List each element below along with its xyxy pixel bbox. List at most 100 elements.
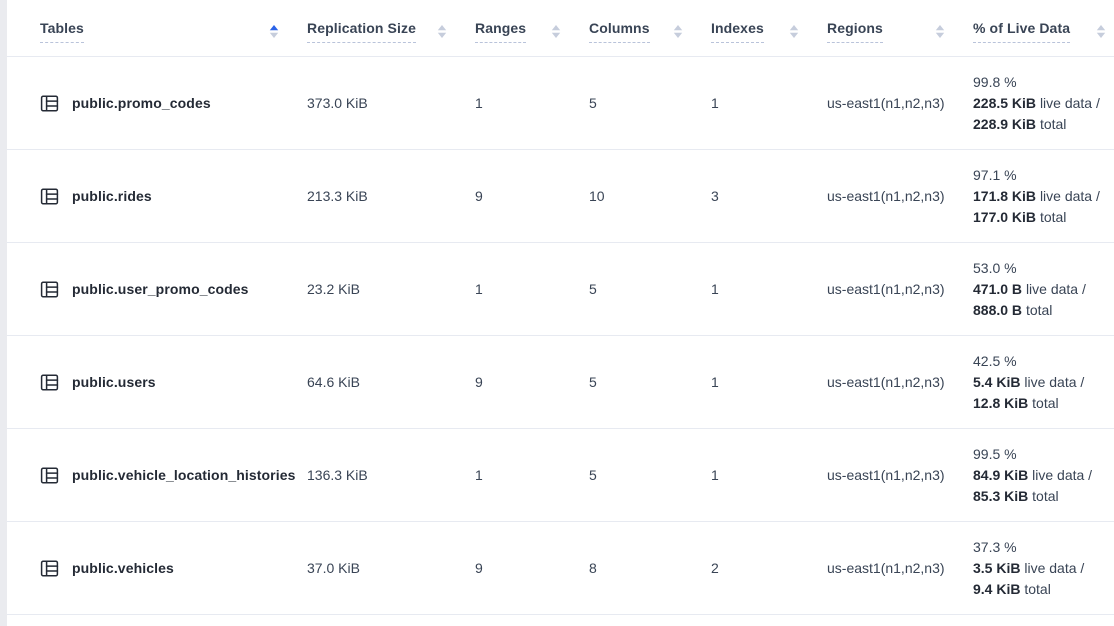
table-grid-icon — [40, 466, 59, 485]
replication-size-cell: 23.2 KiB — [307, 281, 475, 297]
table-name-cell[interactable]: public.user_promo_codes — [7, 280, 307, 299]
total-data-size: 12.8 KiB total — [973, 393, 1108, 414]
ranges-cell: 1 — [475, 95, 589, 111]
indexes-cell: 1 — [711, 281, 827, 297]
indexes-cell: 1 — [711, 467, 827, 483]
live-data-percent: 99.8 % — [973, 72, 1108, 93]
column-header-live-data[interactable]: % of Live Data — [973, 20, 1114, 43]
live-data-cell: 37.3 % 3.5 KiB live data / 9.4 KiB total — [973, 537, 1114, 600]
table-name-cell[interactable]: public.rides — [7, 187, 307, 206]
regions-cell: us-east1(n1,n2,n3) — [827, 467, 973, 483]
ranges-cell: 9 — [475, 188, 589, 204]
columns-cell: 10 — [589, 188, 711, 204]
ranges-cell: 1 — [475, 467, 589, 483]
live-data-size: 84.9 KiB live data / — [973, 465, 1108, 486]
live-data-cell: 42.5 % 5.4 KiB live data / 12.8 KiB tota… — [973, 351, 1114, 414]
table-row[interactable]: public.promo_codes 373.0 KiB 1 5 1 us-ea… — [7, 57, 1114, 150]
table-row[interactable]: public.rides 213.3 KiB 9 10 3 us-east1(n… — [7, 150, 1114, 243]
table-name-cell[interactable]: public.vehicles — [7, 559, 307, 578]
live-data-percent: 37.3 % — [973, 537, 1108, 558]
sort-arrows-icon[interactable] — [551, 24, 561, 39]
column-header-label: Regions — [827, 20, 883, 43]
live-data-percent: 99.5 % — [973, 444, 1108, 465]
sort-arrows-icon[interactable] — [935, 24, 945, 39]
regions-cell: us-east1(n1,n2,n3) — [827, 188, 973, 204]
sort-arrows-icon[interactable] — [673, 24, 683, 39]
regions-cell: us-east1(n1,n2,n3) — [827, 374, 973, 390]
table-grid-icon — [40, 280, 59, 299]
table-row[interactable]: public.vehicle_location_histories 136.3 … — [7, 429, 1114, 522]
table-name-link[interactable]: public.user_promo_codes — [72, 281, 249, 297]
table-name-link[interactable]: public.vehicle_location_histories — [72, 467, 295, 483]
indexes-cell: 1 — [711, 95, 827, 111]
live-data-size: 228.5 KiB live data / — [973, 93, 1108, 114]
tables-list-panel: Tables Replication Size Ranges Columns I… — [7, 0, 1114, 626]
sort-arrows-icon[interactable] — [789, 24, 799, 39]
columns-cell: 5 — [589, 467, 711, 483]
column-header-label: Indexes — [711, 20, 764, 43]
live-data-percent: 42.5 % — [973, 351, 1108, 372]
live-data-size: 471.0 B live data / — [973, 279, 1108, 300]
table-grid-icon — [40, 373, 59, 392]
column-header-indexes[interactable]: Indexes — [711, 20, 827, 43]
sort-arrows-icon[interactable] — [437, 24, 447, 39]
column-header-label: Ranges — [475, 20, 526, 43]
regions-cell: us-east1(n1,n2,n3) — [827, 281, 973, 297]
replication-size-cell: 64.6 KiB — [307, 374, 475, 390]
live-data-size: 3.5 KiB live data / — [973, 558, 1108, 579]
total-data-size: 9.4 KiB total — [973, 579, 1108, 600]
live-data-percent: 53.0 % — [973, 258, 1108, 279]
table-name-cell[interactable]: public.vehicle_location_histories — [7, 466, 307, 485]
regions-cell: us-east1(n1,n2,n3) — [827, 560, 973, 576]
table-name-link[interactable]: public.users — [72, 374, 156, 390]
table-row[interactable]: public.vehicles 37.0 KiB 9 8 2 us-east1(… — [7, 522, 1114, 615]
columns-cell: 5 — [589, 374, 711, 390]
column-header-label: % of Live Data — [973, 20, 1070, 43]
column-header-label: Replication Size — [307, 20, 416, 43]
ranges-cell: 9 — [475, 374, 589, 390]
live-data-cell: 99.8 % 228.5 KiB live data / 228.9 KiB t… — [973, 72, 1114, 135]
column-header-tables[interactable]: Tables — [7, 20, 307, 43]
table-grid-icon — [40, 559, 59, 578]
table-name-link[interactable]: public.rides — [72, 188, 152, 204]
total-data-size: 177.0 KiB total — [973, 207, 1108, 228]
live-data-percent: 97.1 % — [973, 165, 1108, 186]
column-header-ranges[interactable]: Ranges — [475, 20, 589, 43]
live-data-cell: 53.0 % 471.0 B live data / 888.0 B total — [973, 258, 1114, 321]
table-name-link[interactable]: public.vehicles — [72, 560, 174, 576]
page-edge-strip — [0, 0, 7, 626]
column-header-label: Tables — [40, 20, 84, 43]
column-header-columns[interactable]: Columns — [589, 20, 711, 43]
indexes-cell: 1 — [711, 374, 827, 390]
sort-arrows-icon[interactable] — [269, 24, 279, 39]
live-data-size: 5.4 KiB live data / — [973, 372, 1108, 393]
table-header-row: Tables Replication Size Ranges Columns I… — [7, 0, 1114, 57]
indexes-cell: 2 — [711, 560, 827, 576]
table-row[interactable]: public.users 64.6 KiB 9 5 1 us-east1(n1,… — [7, 336, 1114, 429]
total-data-size: 85.3 KiB total — [973, 486, 1108, 507]
live-data-cell: 99.5 % 84.9 KiB live data / 85.3 KiB tot… — [973, 444, 1114, 507]
column-header-replication-size[interactable]: Replication Size — [307, 20, 475, 43]
ranges-cell: 1 — [475, 281, 589, 297]
sort-arrows-icon[interactable] — [1096, 24, 1106, 39]
table-name-cell[interactable]: public.promo_codes — [7, 94, 307, 113]
replication-size-cell: 373.0 KiB — [307, 95, 475, 111]
column-header-label: Columns — [589, 20, 650, 43]
columns-cell: 5 — [589, 95, 711, 111]
table-body: public.promo_codes 373.0 KiB 1 5 1 us-ea… — [7, 57, 1114, 615]
regions-cell: us-east1(n1,n2,n3) — [827, 95, 973, 111]
column-header-regions[interactable]: Regions — [827, 20, 973, 43]
table-name-link[interactable]: public.promo_codes — [72, 95, 211, 111]
columns-cell: 8 — [589, 560, 711, 576]
replication-size-cell: 213.3 KiB — [307, 188, 475, 204]
live-data-cell: 97.1 % 171.8 KiB live data / 177.0 KiB t… — [973, 165, 1114, 228]
replication-size-cell: 136.3 KiB — [307, 467, 475, 483]
table-row[interactable]: public.user_promo_codes 23.2 KiB 1 5 1 u… — [7, 243, 1114, 336]
table-grid-icon — [40, 187, 59, 206]
ranges-cell: 9 — [475, 560, 589, 576]
table-grid-icon — [40, 94, 59, 113]
total-data-size: 228.9 KiB total — [973, 114, 1108, 135]
total-data-size: 888.0 B total — [973, 300, 1108, 321]
columns-cell: 5 — [589, 281, 711, 297]
table-name-cell[interactable]: public.users — [7, 373, 307, 392]
